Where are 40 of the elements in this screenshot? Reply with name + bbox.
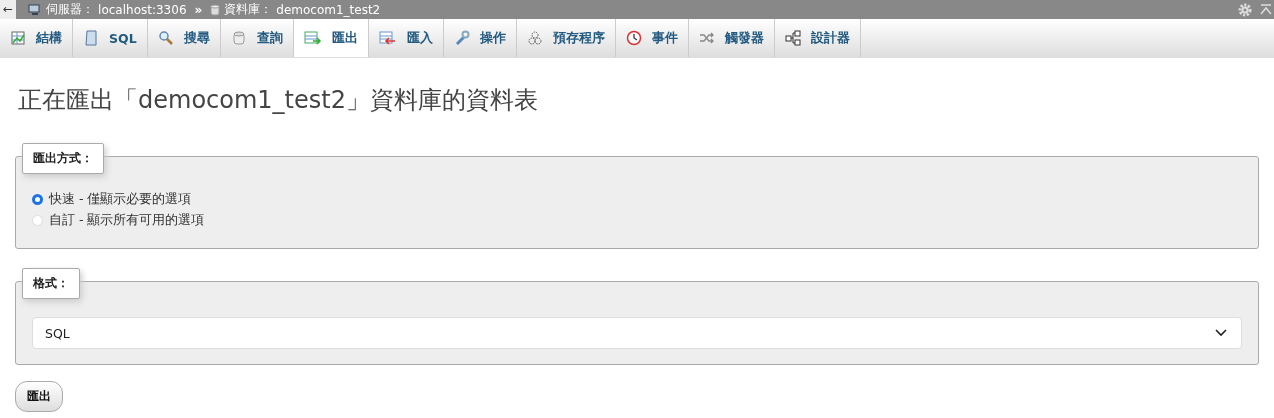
import-icon xyxy=(378,30,397,46)
tab[interactable]: 匯出 xyxy=(293,19,369,57)
document-icon xyxy=(83,30,99,46)
table-icon xyxy=(10,30,26,46)
wrench-icon xyxy=(453,30,470,46)
server-icon xyxy=(28,3,43,16)
settings-icon[interactable] xyxy=(1238,2,1252,17)
collapse-icon[interactable] xyxy=(1260,3,1272,16)
tab[interactable]: 匯入 xyxy=(368,19,444,57)
tab[interactable]: 觸發器 xyxy=(688,19,775,57)
option-label: 自訂 - 顯示所有可用的選項 xyxy=(49,212,205,229)
diagram-icon xyxy=(784,30,801,46)
shuffle-icon xyxy=(698,30,715,46)
tab[interactable]: 搜尋 xyxy=(147,19,221,57)
tab[interactable]: SQL xyxy=(73,19,148,57)
separator: » xyxy=(194,2,203,17)
cylinder-icon xyxy=(230,30,247,46)
radio-button[interactable] xyxy=(32,194,43,205)
chevron-down-icon xyxy=(1215,329,1227,337)
gears-icon xyxy=(526,30,543,46)
search-icon xyxy=(157,30,174,46)
database-label: 資料庫： xyxy=(224,1,273,18)
server-label: 伺服器： xyxy=(46,1,95,18)
tab[interactable]: 預存程序 xyxy=(516,19,616,57)
page-heading: 正在匯出「democom1_test2」資料庫的資料表 xyxy=(18,85,539,116)
panel-legend: 匯出方式： xyxy=(22,143,104,174)
tab[interactable]: 操作 xyxy=(443,19,517,57)
export-button[interactable]: 匯出 xyxy=(15,381,63,412)
tab[interactable]: 設計器 xyxy=(774,19,861,57)
tab[interactable]: 事件 xyxy=(615,19,689,57)
tab[interactable]: 結構 xyxy=(0,19,73,57)
clock-icon xyxy=(625,30,642,46)
export-icon xyxy=(303,30,322,46)
panel-legend: 格式： xyxy=(22,268,80,299)
option-label: 快速 - 僅顯示必要的選項 xyxy=(49,191,192,208)
database-link[interactable]: democom1_test2 xyxy=(276,2,381,17)
format-dropdown[interactable]: SQL xyxy=(32,317,1242,349)
server-link[interactable]: localhost:3306 xyxy=(98,2,187,17)
database-icon xyxy=(210,3,221,16)
tab[interactable]: 查詢 xyxy=(220,19,294,57)
